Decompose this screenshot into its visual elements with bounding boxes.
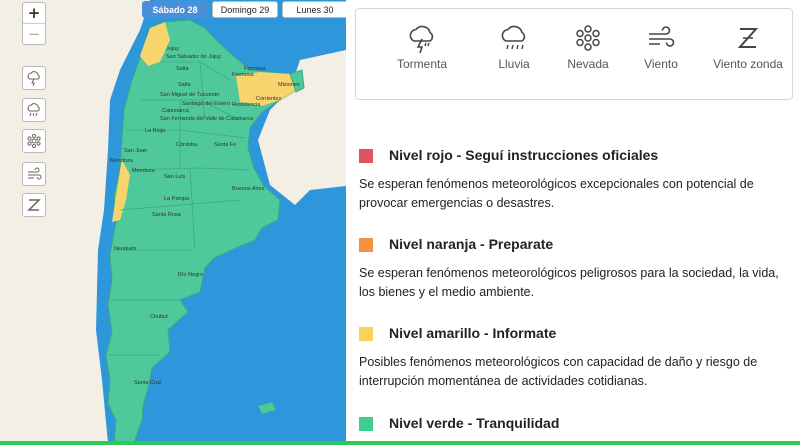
tab-lunes-30[interactable]: Lunes 30	[282, 1, 346, 18]
level-color-swatch	[359, 238, 373, 252]
place-label: Misiones	[278, 82, 300, 88]
place-label: Mendoza	[132, 168, 155, 174]
map-storm-filter-button[interactable]	[22, 66, 46, 90]
zonda-icon	[737, 28, 759, 48]
tab-domingo-29[interactable]: Domingo 29	[212, 1, 278, 18]
place-label: La Pampa	[164, 196, 190, 202]
wind-icon	[28, 167, 42, 180]
alert-map[interactable]: Jujuy San Salvador de Jujuy Salta Formos…	[0, 0, 346, 443]
phenomenon-zonda[interactable]: Viento zonda	[708, 23, 788, 71]
place-label: Santa Cruz	[134, 380, 162, 386]
bottom-accent-bar	[0, 441, 800, 445]
level-color-swatch	[359, 327, 373, 341]
phenomena-legend: Tormenta Lluvia Nevada Viento Viento zon…	[355, 8, 793, 100]
level-color-swatch	[359, 417, 373, 431]
phenomenon-label: Viento zonda	[713, 57, 783, 71]
level-description: Posibles fenómenos meteorológicos con ca…	[359, 355, 758, 388]
place-label: Neuquén	[114, 246, 137, 252]
zoom-in-button[interactable]: +	[23, 3, 45, 23]
place-label: Salta	[178, 82, 191, 88]
phenomenon-label: Lluvia	[498, 57, 530, 71]
rain-icon	[501, 25, 526, 50]
place-label: Córdoba	[176, 142, 198, 148]
snow-icon	[27, 133, 41, 149]
malvinas	[257, 401, 277, 415]
argentina-map-svg	[0, 0, 346, 443]
phenomenon-snow[interactable]: Nevada	[548, 23, 628, 71]
level-description: Se esperan fenómenos meteorológicos peli…	[359, 266, 779, 299]
place-label: La Rioja	[145, 128, 166, 134]
place-label: San Juan	[124, 148, 148, 154]
map-rain-filter-button[interactable]	[22, 98, 46, 122]
phenomenon-label: Nevada	[567, 57, 609, 71]
place-label: San Salvador de Jujuy	[166, 54, 222, 60]
phenomenon-label: Viento	[644, 57, 678, 71]
place-label: Buenos Aires	[232, 186, 265, 192]
zoom-control: + −	[22, 2, 46, 45]
place-label: Río Negro	[178, 272, 204, 278]
level-title: Nivel rojo - Seguí instrucciones oficial…	[389, 147, 659, 163]
place-label: Formosa	[232, 72, 254, 78]
zonda-icon	[27, 199, 41, 211]
map-wind-filter-button[interactable]	[22, 162, 46, 186]
storm-icon	[409, 25, 434, 53]
place-label: San Luis	[164, 174, 186, 180]
place-label: Santa Rosa	[152, 212, 181, 218]
place-label: Jujuy	[166, 46, 179, 52]
phenomenon-wind[interactable]: Viento	[621, 23, 701, 71]
snow-icon	[576, 25, 600, 51]
level-title: Nivel verde - Tranquilidad	[389, 415, 560, 431]
wind-icon	[649, 26, 675, 47]
place-label: Santa Fe	[214, 142, 237, 148]
level-color-swatch	[359, 149, 373, 163]
level-description: Se esperan fenómenos meteorológicos exce…	[359, 177, 754, 210]
phenomenon-rain[interactable]: Lluvia	[474, 23, 554, 71]
storm-icon	[27, 71, 40, 86]
map-snow-filter-button[interactable]	[22, 129, 46, 153]
place-label: San Miguel de Tucumán	[160, 92, 220, 98]
zoom-out-button[interactable]: −	[23, 23, 45, 44]
place-label: Santiago del Estero	[182, 101, 231, 107]
place-label: Resistencia	[232, 102, 261, 108]
tab-sabado-28[interactable]: Sábado 28	[142, 1, 208, 18]
place-label: Catamarca	[162, 108, 189, 114]
day-tabs: Sábado 28 Domingo 29 Lunes 30	[142, 1, 346, 18]
phenomenon-label: Tormenta	[396, 57, 448, 71]
place-label: San Fernando del Valle de Catamarca	[160, 116, 254, 122]
level-title: Nivel naranja - Preparate	[389, 236, 554, 252]
phenomenon-storm[interactable]: Tormenta	[382, 23, 462, 71]
rain-icon	[27, 103, 40, 117]
place-label: Salta	[176, 66, 189, 72]
map-zonda-filter-button[interactable]	[22, 193, 46, 217]
level-title: Nivel amarillo - Informate	[389, 325, 557, 341]
place-label: Chubut	[150, 314, 168, 320]
place-label: Mendoza	[110, 158, 133, 164]
